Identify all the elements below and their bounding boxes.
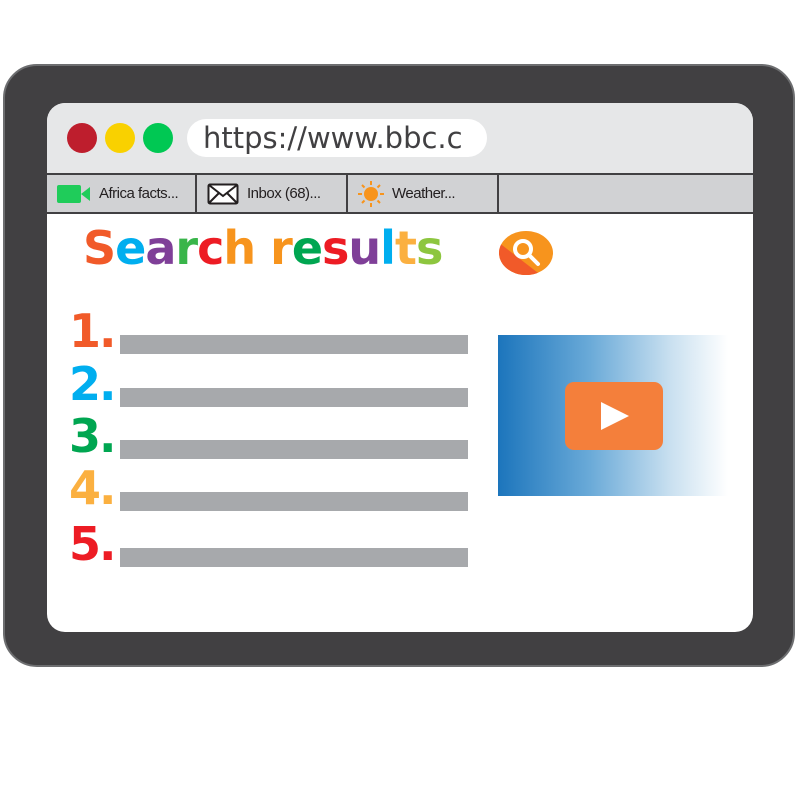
heading-letter: l — [380, 221, 396, 275]
sun-icon — [358, 180, 384, 207]
result-number: 3. — [69, 409, 117, 463]
play-icon — [601, 402, 629, 430]
tab-bar: Africa facts... Inbox (68)... Weather... — [47, 175, 753, 214]
title-bar: https://www.bbc.c — [47, 103, 753, 175]
heading-letter: e — [291, 221, 323, 275]
minimize-button[interactable] — [105, 123, 135, 153]
video-thumbnail[interactable] — [498, 335, 728, 496]
heading-letter: a — [145, 221, 176, 275]
heading-letter: h — [223, 221, 256, 275]
tab-inbox[interactable]: Inbox (68)... — [197, 175, 348, 212]
maximize-button[interactable] — [143, 123, 173, 153]
heading-letter: e — [115, 221, 146, 275]
tab-label: Weather... — [392, 185, 456, 202]
video-camera-icon — [57, 184, 91, 204]
result-number: 1. — [69, 304, 117, 358]
play-button[interactable] — [565, 382, 663, 450]
envelope-icon — [207, 183, 239, 205]
browser-window: https://www.bbc.c Africa facts... Inbox … — [47, 103, 753, 632]
result-number: 4. — [69, 461, 117, 515]
heading-letter: r — [175, 221, 198, 275]
tab-label: Africa facts... — [99, 185, 179, 202]
result-number: 5. — [69, 517, 117, 571]
tab-africa-facts[interactable]: Africa facts... — [47, 175, 197, 212]
tab-weather[interactable]: Weather... — [348, 175, 499, 212]
heading-letter — [255, 221, 270, 275]
heading-letter: u — [348, 221, 381, 275]
page-title: Search results — [83, 221, 443, 275]
result-number: 2. — [69, 357, 117, 411]
heading-letter: r — [270, 221, 293, 275]
search-icon — [499, 231, 553, 275]
heading-letter: t — [394, 221, 417, 275]
heading-letter: s — [322, 221, 349, 275]
heading-letter: s — [415, 221, 443, 275]
result-placeholder-line[interactable] — [120, 492, 468, 511]
result-placeholder-line[interactable] — [120, 548, 468, 567]
result-placeholder-line[interactable] — [120, 335, 468, 354]
result-placeholder-line[interactable] — [120, 388, 468, 407]
heading-letter: S — [83, 221, 116, 275]
address-bar[interactable]: https://www.bbc.c — [187, 119, 487, 157]
result-placeholder-line[interactable] — [120, 440, 468, 459]
heading-letter: c — [197, 221, 224, 275]
search-button[interactable] — [498, 230, 554, 276]
tab-label: Inbox (68)... — [247, 185, 321, 202]
close-button[interactable] — [67, 123, 97, 153]
